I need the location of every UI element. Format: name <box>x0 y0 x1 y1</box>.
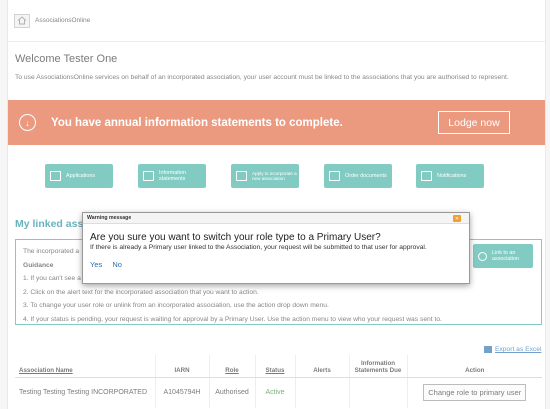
yes-link[interactable]: Yes <box>90 260 102 269</box>
modal-overlay <box>0 0 550 409</box>
dialog-detail: If there is already a Primary user linke… <box>90 244 427 251</box>
dialog-question: Are you sure you want to switch your rol… <box>90 232 381 243</box>
no-link[interactable]: No <box>112 260 122 269</box>
warning-dialog: Warning message ✕ Are you sure you want … <box>82 212 470 284</box>
close-icon[interactable]: ✕ <box>453 215 461 222</box>
dialog-actions: Yes No <box>83 251 469 269</box>
dialog-title: Warning message <box>83 213 469 224</box>
